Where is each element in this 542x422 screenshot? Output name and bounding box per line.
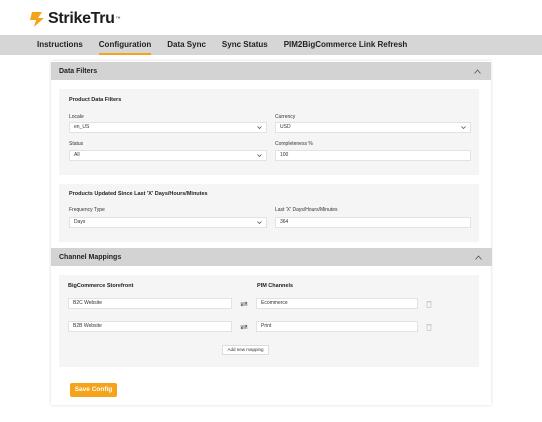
currency-select[interactable]: USD (275, 122, 471, 133)
trash-icon[interactable] (426, 300, 432, 308)
brand-trademark: ™ (115, 16, 121, 22)
brand-name: StrikeTru (48, 10, 115, 27)
save-config-button[interactable]: Save Config (70, 383, 117, 397)
channel-mappings-header[interactable]: Channel Mappings (51, 248, 492, 266)
pim-channel-input-2[interactable]: Print (256, 321, 418, 332)
data-filters-header[interactable]: Data Filters (51, 62, 491, 80)
completeness-label: Completeness % (275, 141, 313, 147)
swap-arrows-icon (240, 324, 248, 330)
locale-value: en_US (74, 124, 90, 130)
add-mapping-button[interactable]: Add new mapping (222, 345, 269, 355)
product-filters-panel: Product Data Filters Locale en_US Curren… (59, 89, 479, 175)
trash-icon[interactable] (426, 323, 432, 331)
tab-link-refresh[interactable]: PIM2BigCommerce Link Refresh (276, 35, 416, 55)
last-x-label: Last 'X' Days/Hours/Minutes (275, 207, 338, 213)
completeness-input[interactable]: 100 (275, 150, 471, 161)
main-nav: Instructions Configuration Data Sync Syn… (0, 35, 542, 55)
striketru-logo-icon (30, 12, 44, 27)
tab-instructions[interactable]: Instructions (0, 35, 91, 55)
tab-data-sync[interactable]: Data Sync (159, 35, 214, 55)
storefront-input-1[interactable]: B2C Website (68, 298, 232, 309)
tab-sync-status[interactable]: Sync Status (214, 35, 276, 55)
chevron-down-icon (257, 154, 262, 157)
locale-label: Locale (69, 114, 84, 120)
data-filters-title: Data Filters (59, 67, 98, 75)
frequency-type-select[interactable]: Days (69, 217, 267, 228)
locale-select[interactable]: en_US (69, 122, 267, 133)
pim-channels-header: PIM Channels (257, 283, 294, 289)
frequency-type-label: Frequency Type (69, 207, 105, 213)
updated-since-panel: Products Updated Since Last 'X' Days/Hou… (59, 184, 479, 242)
currency-label: Currency (275, 114, 296, 120)
chevron-down-icon (257, 126, 262, 129)
status-label: Status (69, 141, 84, 147)
product-filters-title: Product Data Filters (69, 97, 122, 103)
brand-logo: StrikeTru ™ (28, 10, 121, 28)
frequency-type-value: Days (74, 219, 86, 225)
channel-mappings-panel: BigCommerce Storefront PIM Channels B2C … (59, 275, 479, 367)
chevron-down-icon (461, 126, 466, 129)
channel-mappings-title: Channel Mappings (59, 253, 122, 261)
status-select[interactable]: All (69, 150, 267, 161)
swap-arrows-icon (240, 301, 248, 307)
currency-value: USD (280, 124, 291, 130)
storefront-input-2[interactable]: B2B Website (68, 321, 232, 332)
tab-configuration[interactable]: Configuration (91, 35, 159, 55)
chevron-up-icon[interactable] (475, 254, 482, 260)
storefront-header: BigCommerce Storefront (68, 283, 134, 289)
config-card: Data Filters Product Data Filters Locale… (51, 61, 492, 405)
chevron-down-icon (257, 221, 262, 224)
chevron-up-icon[interactable] (474, 68, 481, 74)
last-x-input[interactable]: 364 (275, 217, 471, 228)
updated-since-title: Products Updated Since Last 'X' Days/Hou… (69, 191, 208, 197)
pim-channel-input-1[interactable]: Ecommerce (256, 298, 418, 309)
status-value: All (74, 152, 80, 158)
